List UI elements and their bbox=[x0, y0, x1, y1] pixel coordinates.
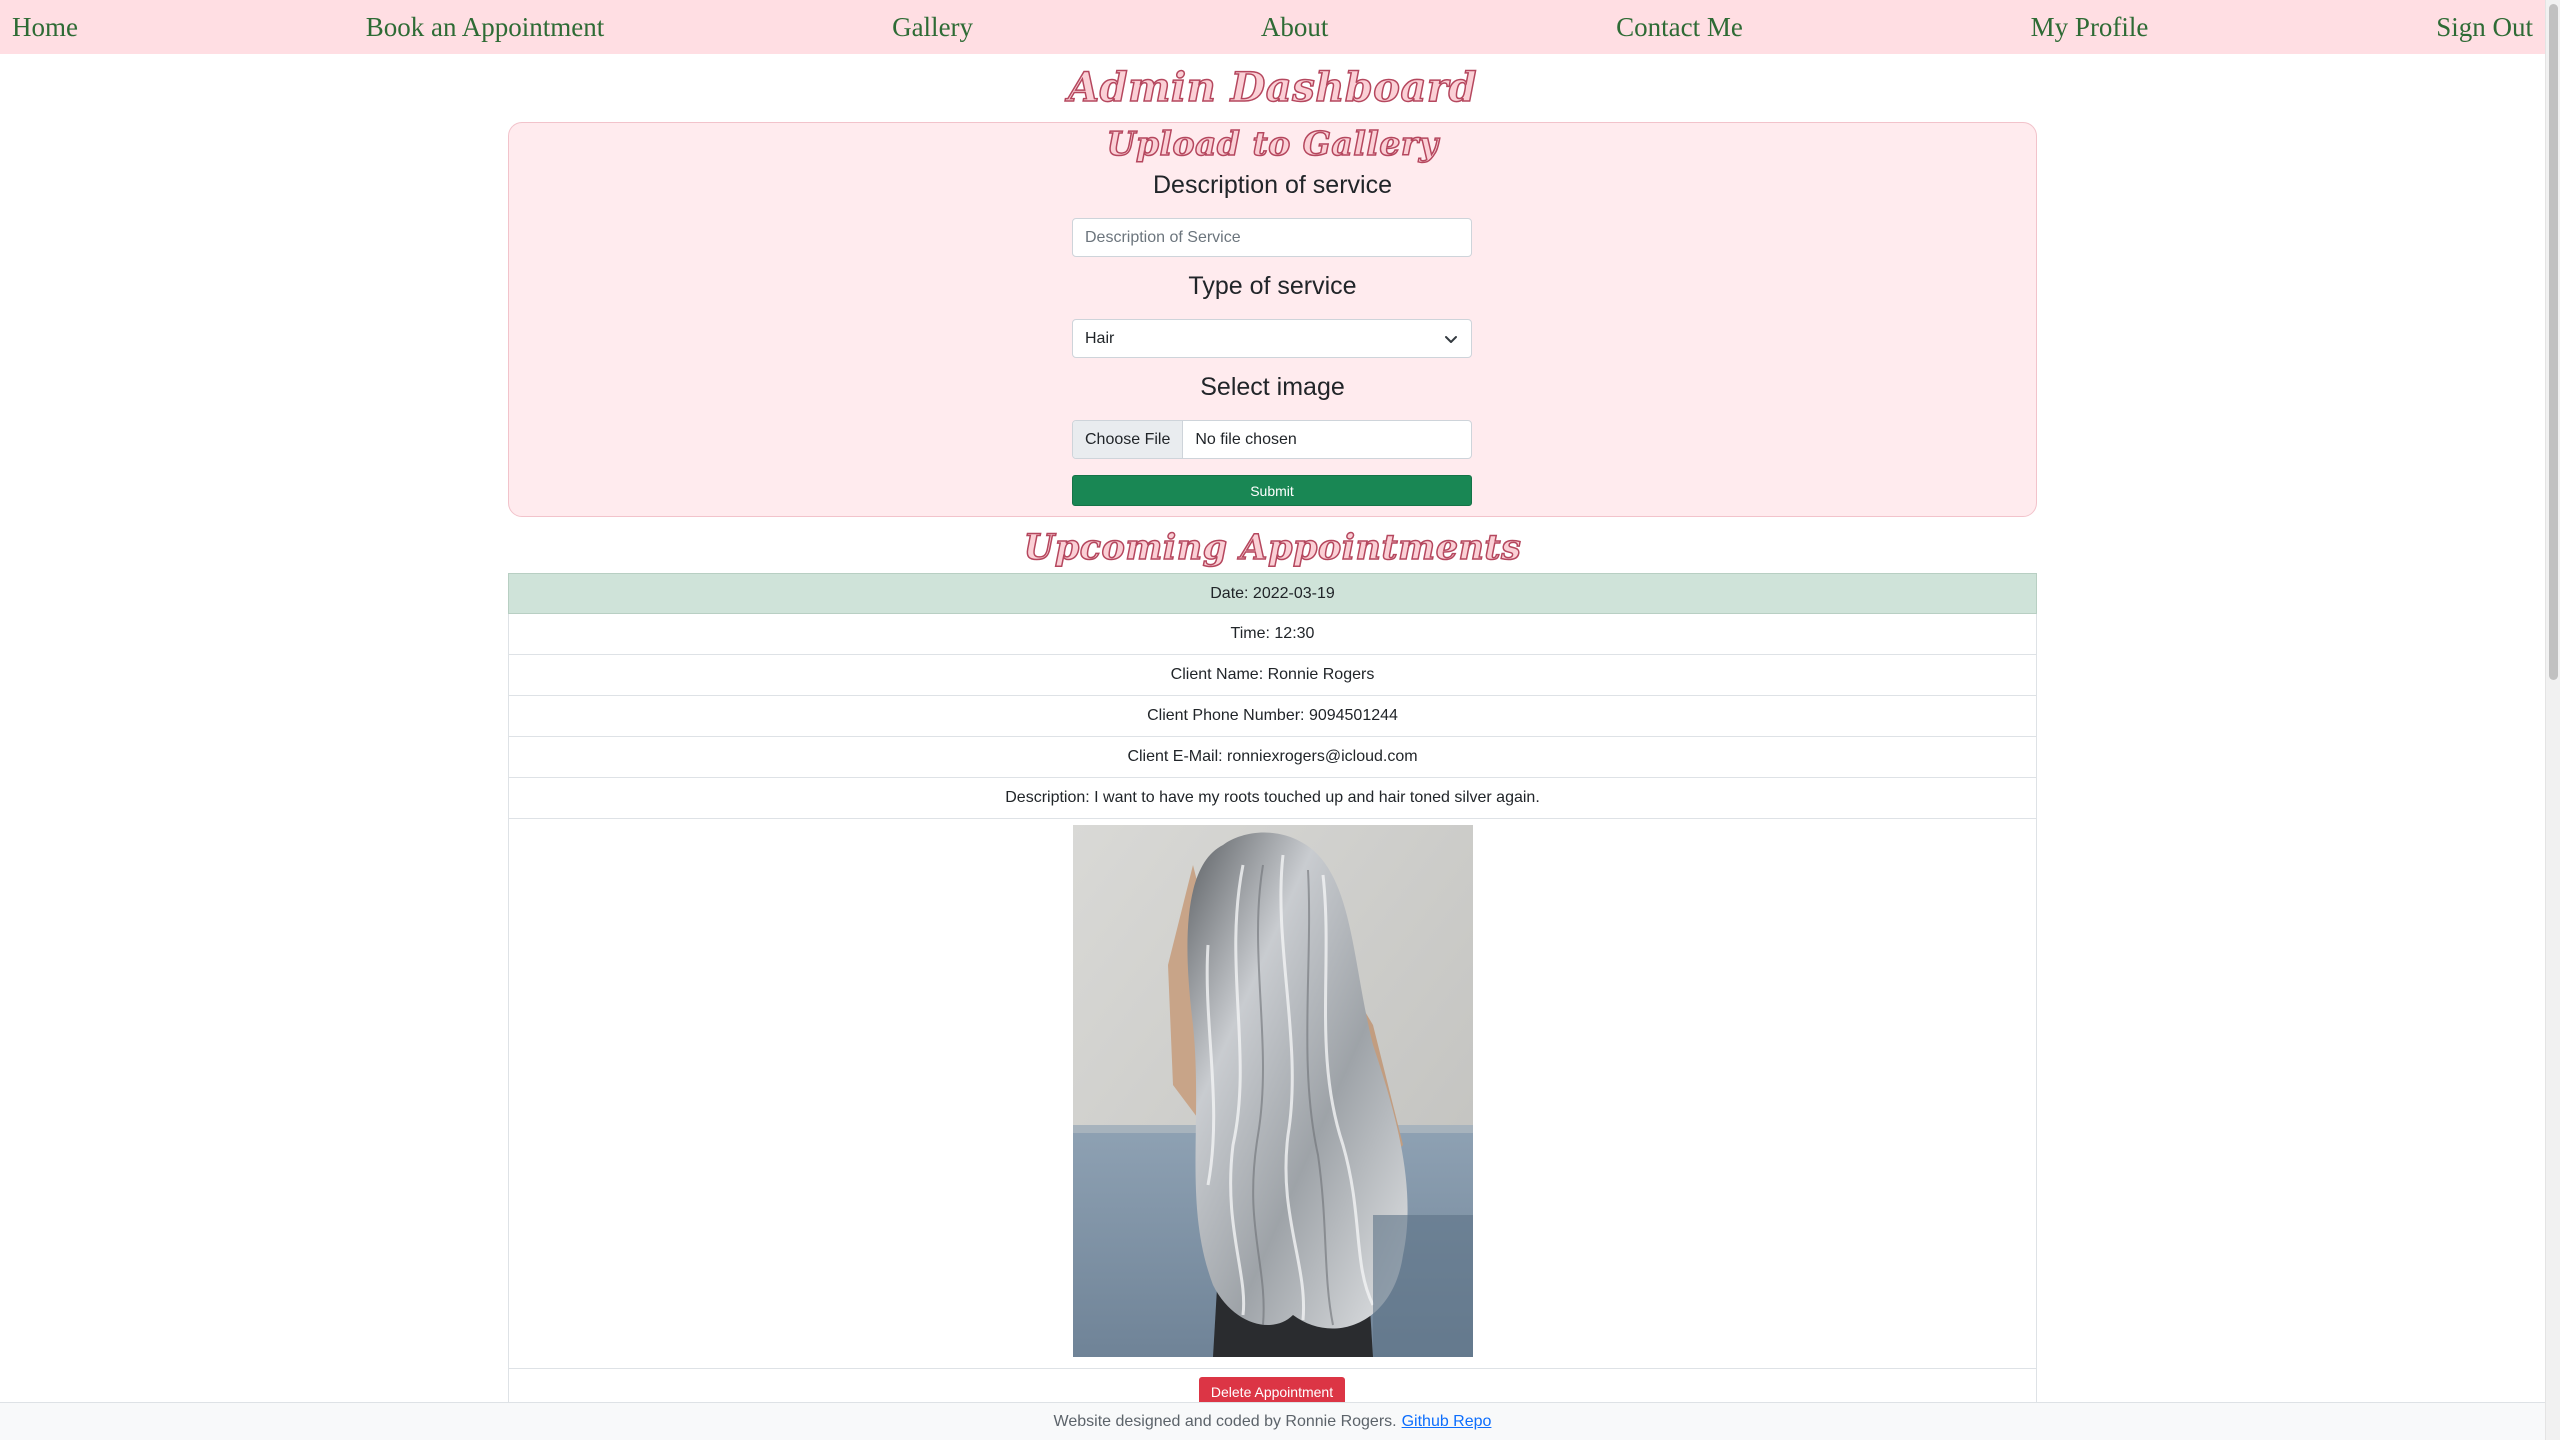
nav-contact-link[interactable]: Contact Me bbox=[1616, 12, 1743, 43]
reference-hair-image bbox=[1073, 825, 1473, 1357]
appointment-card: Date: 2022-03-19 Time: 12:30 Client Name… bbox=[508, 573, 2037, 1429]
file-status-text: No file chosen bbox=[1195, 430, 1297, 448]
client-name: Client Name: Ronnie Rogers bbox=[508, 655, 2037, 696]
chevron-down-icon bbox=[1445, 335, 1457, 343]
hair-photo-illustration bbox=[1073, 825, 1473, 1357]
submit-button[interactable]: Submit bbox=[1072, 475, 1472, 506]
nav-home-link[interactable]: Home bbox=[12, 12, 78, 43]
page-footer: Website designed and coded by Ronnie Rog… bbox=[0, 1402, 2545, 1440]
choose-file-button[interactable]: Choose File bbox=[1073, 421, 1184, 458]
service-type-selected-value: Hair bbox=[1085, 329, 1115, 347]
nav-profile-link[interactable]: My Profile bbox=[2031, 12, 2149, 43]
nav-book-appointment-link[interactable]: Book an Appointment bbox=[366, 12, 605, 43]
description-label: Description of service bbox=[1153, 171, 1392, 199]
top-navbar: Home Book an Appointment Gallery About C… bbox=[0, 0, 2545, 54]
scrollbar-thumb[interactable] bbox=[2549, 4, 2558, 680]
page: Home Book an Appointment Gallery About C… bbox=[0, 0, 2560, 1440]
description-input[interactable] bbox=[1072, 218, 1472, 257]
nav-sign-out-link[interactable]: Sign Out bbox=[2436, 12, 2533, 43]
select-image-label: Select image bbox=[1200, 373, 1345, 401]
appointment-time: Time: 12:30 bbox=[508, 614, 2037, 655]
nav-about-link[interactable]: About bbox=[1261, 12, 1329, 43]
nav-gallery-link[interactable]: Gallery bbox=[892, 12, 973, 43]
footer-credit-text: Website designed and coded by Ronnie Rog… bbox=[1053, 1412, 1397, 1430]
image-file-input[interactable]: Choose File No file chosen bbox=[1072, 420, 1472, 459]
appointment-date: Date: 2022-03-19 bbox=[508, 573, 2037, 614]
page-title: Admin Dashboard bbox=[1067, 63, 1477, 112]
vertical-scrollbar[interactable] bbox=[2545, 0, 2560, 1440]
appointment-description: Description: I want to have my roots tou… bbox=[508, 778, 2037, 819]
appointment-image-row bbox=[508, 819, 2037, 1369]
client-email: Client E-Mail: ronniexrogers@icloud.com bbox=[508, 737, 2037, 778]
upload-section-title: Upload to Gallery bbox=[1106, 123, 1439, 164]
client-phone: Client Phone Number: 9094501244 bbox=[508, 696, 2037, 737]
appointments-section-title: Upcoming Appointments bbox=[1023, 526, 1522, 569]
github-repo-link[interactable]: Github Repo bbox=[1402, 1413, 1492, 1431]
service-type-label: Type of service bbox=[1188, 272, 1357, 300]
service-type-select[interactable]: Hair bbox=[1072, 319, 1472, 358]
